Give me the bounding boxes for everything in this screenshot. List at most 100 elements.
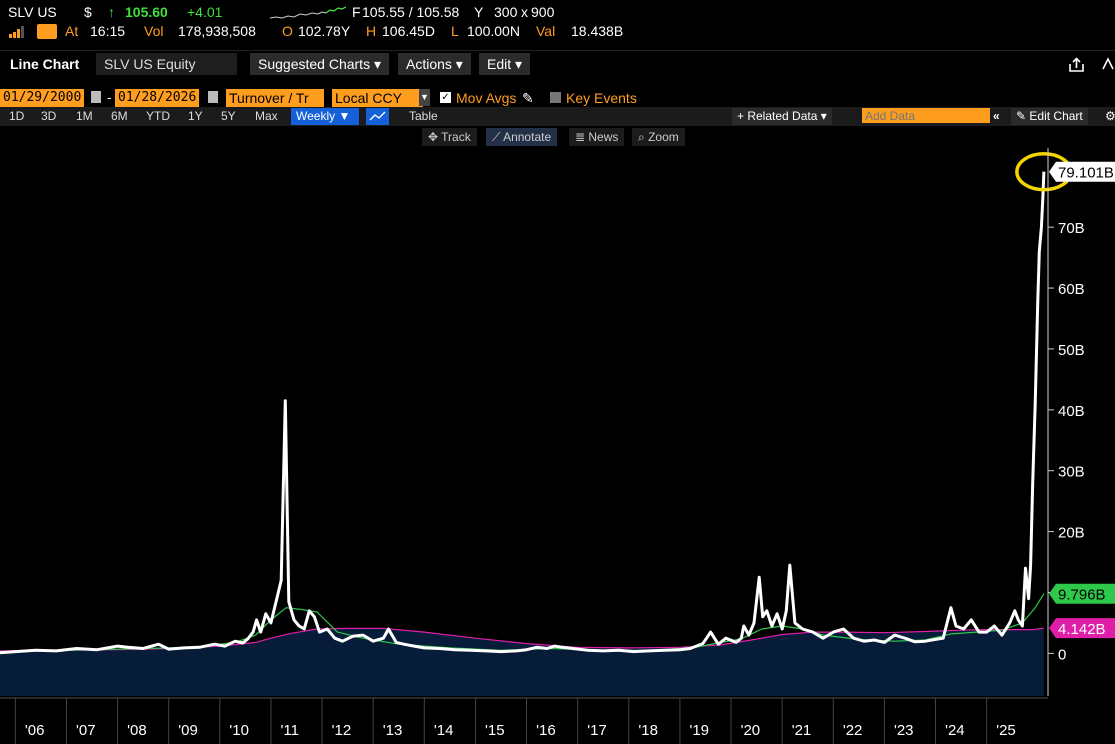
range-1d[interactable]: 1D [4, 108, 29, 125]
y-tick-label: 70B [1058, 220, 1085, 237]
track-button[interactable]: ✥ Track [422, 128, 477, 146]
series-line-turnover [0, 171, 1046, 655]
actions-button[interactable]: Actions ▾ [398, 53, 471, 75]
table-button[interactable]: Table [404, 108, 443, 125]
range-6m[interactable]: 6M [106, 108, 133, 125]
y-tick-label: 50B [1058, 342, 1085, 359]
last-value-label: 79.101B [1058, 165, 1114, 182]
x-axis-band [0, 698, 1048, 744]
zoom-button[interactable]: ⌕ Zoom [632, 128, 685, 146]
page-title: Line Chart [10, 56, 80, 72]
edit-button[interactable]: Edit ▾ [479, 53, 531, 75]
pencil-icon[interactable]: ✎ [522, 89, 534, 107]
x-tick-label: '14 [434, 722, 454, 739]
range-1m[interactable]: 1M [71, 108, 98, 125]
chevron-down-icon[interactable]: ▼ [419, 89, 430, 106]
exchange-badge-icon[interactable] [37, 24, 57, 39]
size-separator: x [521, 4, 528, 20]
calendar-icon[interactable] [91, 91, 101, 103]
x-tick-label: '23 [894, 722, 914, 739]
last-value-tag-ma_short: 9.796B [1049, 583, 1115, 604]
currency-symbol: $ [84, 4, 92, 20]
scroll-arrow-icon[interactable] [1100, 55, 1114, 75]
ticker[interactable]: SLV US [8, 4, 57, 20]
up-arrow-icon: ↑ [108, 4, 115, 20]
range-5y[interactable]: 5Y [216, 108, 241, 125]
annotate-button[interactable]: ⟋ Annotate [486, 128, 558, 146]
range-1y[interactable]: 1Y [183, 108, 208, 125]
related-data-button[interactable]: + Related Data ▾ [732, 108, 832, 125]
last-price: 105.60 [125, 4, 168, 20]
x-tick-label: '06 [25, 722, 45, 739]
at-label: At [65, 23, 79, 39]
quote-time: 16:15 [90, 23, 126, 39]
start-date-field[interactable]: 01/29/2000 [0, 89, 85, 107]
gear-icon[interactable]: ⚙ [1100, 108, 1115, 125]
turnover-chart[interactable]: '06 '07 '08 '09 '10 '11 '12 '13 '14 '15 '16 '17 '18 '… [0, 148, 1115, 744]
high-label: H [366, 23, 377, 39]
period-selector[interactable]: Weekly ▼ [291, 108, 359, 125]
volume: 178,938,508 [178, 23, 256, 39]
chart-controls: 01/29/2000 - 01/28/2026 Turnover / Tr Lo… [0, 88, 1115, 107]
y-tick-label: 0 [1058, 646, 1066, 663]
calendar-icon[interactable] [208, 91, 218, 103]
low-label: L [451, 23, 459, 39]
open-label: O [282, 23, 293, 39]
security-field[interactable]: SLV US Equity [96, 53, 237, 75]
add-data-input[interactable] [862, 108, 990, 123]
y-axis: 010B20B30B40B50B60B70B [1047, 148, 1085, 696]
track-label: Track [441, 130, 471, 144]
key-events-checkbox[interactable] [550, 92, 561, 103]
x-tick-label: '15 [485, 722, 505, 739]
last-value-tag-turnover: 79.101B [1049, 161, 1115, 182]
bid-ask: 105.55 / 105.58 [362, 4, 460, 20]
last-value-label: 4.142B [1058, 621, 1106, 638]
traded-value: 18.438B [571, 23, 624, 39]
quote-details: At 16:15 Vol 178,938,508 O 102.78Y H 106… [0, 23, 1115, 41]
date-separator: - [107, 89, 112, 105]
range-max[interactable]: Max [250, 108, 283, 125]
x-tick-label: '18 [638, 722, 658, 739]
mov-avgs-checkbox[interactable]: ✓ [440, 92, 451, 103]
bid-ask-label: F [352, 4, 361, 20]
x-tick-label: '16 [536, 722, 556, 739]
x-tick-label: '24 [945, 722, 965, 739]
annotate-label: Annotate [503, 130, 552, 144]
y-tick-label: 40B [1058, 403, 1085, 420]
news-label: News [588, 130, 619, 144]
mov-avgs-label[interactable]: Mov Avgs [456, 89, 516, 107]
collapse-icon[interactable]: « [988, 108, 1005, 125]
vol-label: Vol [144, 23, 164, 39]
edit-chart-button[interactable]: ✎ Edit Chart [1011, 108, 1088, 125]
x-tick-label: '13 [383, 722, 403, 739]
range-ytd[interactable]: YTD [141, 108, 175, 125]
y-tick-label: 30B [1058, 464, 1085, 481]
chart-toolbar: Line Chart SLV US Equity Suggested Chart… [0, 50, 1115, 79]
end-date-field[interactable]: 01/28/2026 [115, 89, 200, 107]
share-icon[interactable] [1068, 57, 1086, 73]
series-layer [0, 151, 1073, 655]
suggested-charts-button[interactable]: Suggested Charts ▾ [250, 53, 389, 75]
x-tick-label: '09 [178, 722, 198, 739]
field-selector[interactable]: Turnover / Tr [226, 89, 324, 107]
news-button[interactable]: ≣ News [569, 128, 625, 146]
x-axis: '06 '07 '08 '09 '10 '11 '12 '13 '14 '15 '16 '17 '18 '… [0, 697, 1048, 744]
bid-ask-suffix: Y [474, 4, 484, 20]
y-tick-label: 60B [1058, 281, 1085, 298]
x-tick-label: '25 [996, 722, 1016, 739]
high-price: 106.45D [382, 23, 435, 39]
edit-chart-label: Edit Chart [1029, 109, 1083, 123]
signal-bars-icon [9, 26, 24, 38]
zoom-label: Zoom [648, 130, 679, 144]
range-3d[interactable]: 3D [36, 108, 61, 125]
line-style-icon[interactable] [366, 108, 389, 125]
x-tick-label: '11 [281, 722, 299, 739]
x-tick-label: '10 [229, 722, 249, 739]
x-tick-label: '21 [792, 722, 812, 739]
key-events-label[interactable]: Key Events [566, 89, 637, 107]
currency-selector[interactable]: Local CCY [332, 89, 423, 107]
x-tick-label: '17 [587, 722, 607, 739]
last-value-tag-ma_long: 4.142B [1049, 618, 1115, 639]
ask-size: 900 [531, 4, 555, 20]
low-price: 100.00N [467, 23, 520, 39]
